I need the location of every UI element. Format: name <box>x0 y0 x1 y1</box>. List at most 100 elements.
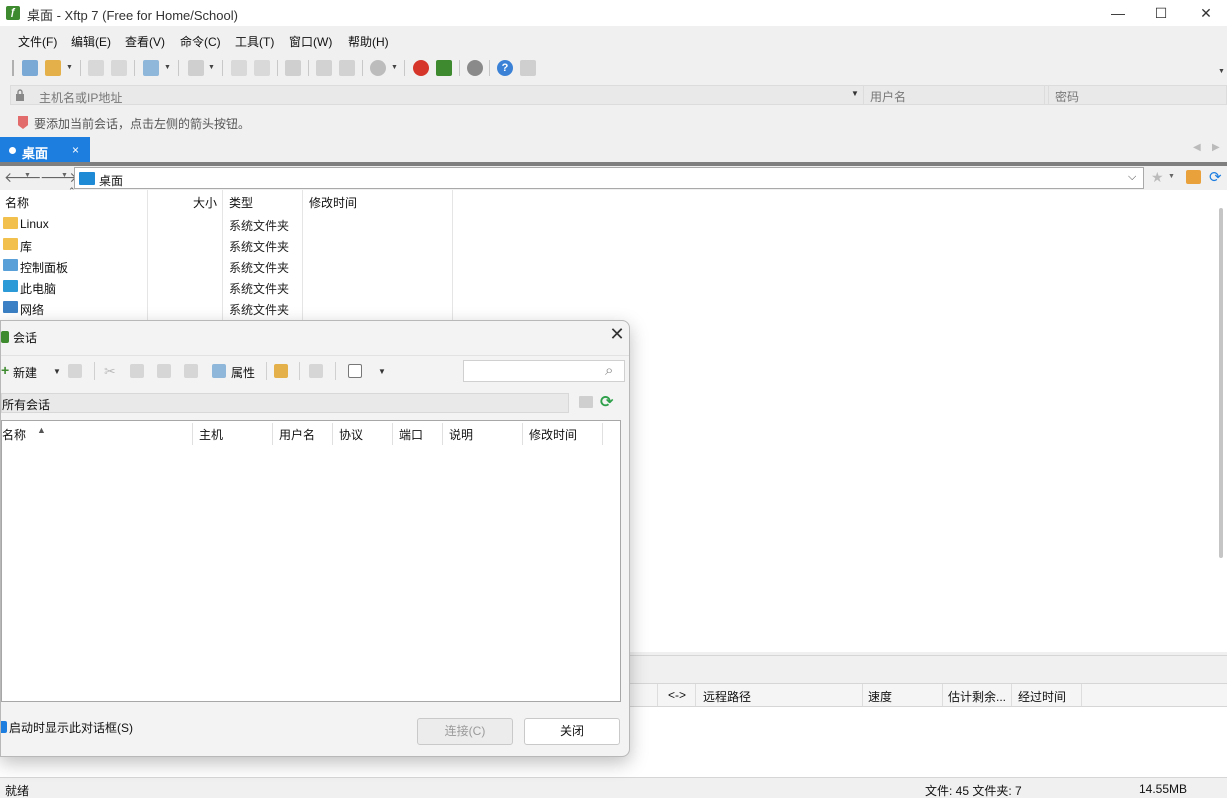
chevron-down-icon[interactable]: ▼ <box>851 89 859 98</box>
chevron-down-icon[interactable]: ▼ <box>1218 68 1225 75</box>
export-icon[interactable] <box>309 364 323 378</box>
tab-close-icon[interactable]: × <box>72 143 79 157</box>
menu-view[interactable]: 查看(V) <box>125 33 165 50</box>
menu-command[interactable]: 命令(C) <box>180 33 221 50</box>
new-session-button[interactable]: 新建 <box>13 364 37 381</box>
search-icon[interactable]: ⌕ <box>605 362 613 379</box>
toolbar-divider <box>178 60 179 76</box>
chevron-down-icon[interactable]: ⌵ <box>1128 171 1136 184</box>
column-name[interactable]: 名称 <box>2 426 26 443</box>
bookmark-icon[interactable] <box>18 116 28 129</box>
column-modified[interactable]: 修改时间 <box>529 426 577 443</box>
xftp-icon[interactable] <box>436 60 452 76</box>
chevron-down-icon[interactable]: ▼ <box>61 172 68 179</box>
chevron-down-icon[interactable]: ▼ <box>208 64 215 71</box>
connect-button[interactable]: 连接(C) <box>417 718 513 745</box>
column-host[interactable]: 主机 <box>199 426 223 443</box>
column-name[interactable]: 名称 <box>5 194 29 211</box>
vertical-scrollbar[interactable] <box>1219 208 1223 558</box>
chevron-down-icon[interactable]: ▼ <box>378 367 386 376</box>
maximize-button[interactable]: ☐ <box>1138 0 1184 26</box>
chevron-down-icon[interactable]: ▼ <box>164 64 171 71</box>
new-folder-icon[interactable] <box>579 396 593 408</box>
properties-button[interactable]: 属性 <box>231 364 255 381</box>
close-window-button[interactable]: ✕ <box>1183 0 1227 26</box>
column-username[interactable]: 用户名 <box>279 426 315 443</box>
view-icon[interactable] <box>348 364 362 378</box>
chat-icon[interactable] <box>520 60 536 76</box>
password-field[interactable]: 密码 <box>1048 85 1227 105</box>
file-row[interactable]: 控制面板 系统文件夹 <box>0 257 452 278</box>
column-remaining[interactable]: 估计剩余... <box>948 688 1006 705</box>
column-remote-path[interactable]: 远程路径 <box>703 688 751 705</box>
close-icon[interactable]: ✕ <box>607 324 627 345</box>
tab-scroll-right-icon[interactable]: ▶ <box>1212 142 1220 153</box>
new-session-icon[interactable] <box>22 60 38 76</box>
close-button[interactable]: 关闭 <box>524 718 620 745</box>
tab-scroll-left-icon[interactable]: ◀ <box>1193 142 1201 153</box>
star-icon[interactable]: ★ <box>1151 169 1164 186</box>
username-field[interactable]: 用户名 <box>863 85 1045 105</box>
transfer-icon[interactable] <box>316 60 332 76</box>
paste-icon[interactable] <box>157 364 171 378</box>
xshell-icon[interactable] <box>413 60 429 76</box>
file-row[interactable]: 网络 系统文件夹 <box>0 299 452 320</box>
menu-file[interactable]: 文件(F) <box>18 33 57 50</box>
refresh-icon[interactable]: ⟳ <box>1209 168 1222 186</box>
chevron-down-icon[interactable]: ▼ <box>391 64 398 71</box>
column-protocol[interactable]: 协议 <box>339 426 363 443</box>
plus-icon[interactable]: + <box>1 362 9 378</box>
properties-icon[interactable] <box>212 364 226 378</box>
back-icon[interactable]: 🡐 <box>4 169 42 186</box>
column-size[interactable]: 大小 <box>193 194 217 211</box>
refresh-icon[interactable]: ⟳ <box>600 392 613 412</box>
tab-desktop[interactable]: 桌面 × <box>0 137 90 163</box>
chevron-down-icon[interactable]: ▼ <box>66 64 73 71</box>
chevron-down-icon[interactable]: ▼ <box>1168 173 1175 180</box>
home-icon[interactable] <box>1186 170 1201 184</box>
column-type[interactable]: 类型 <box>229 194 253 211</box>
gear-icon[interactable] <box>467 60 483 76</box>
copy-icon[interactable] <box>130 364 144 378</box>
file-row[interactable]: Linux 系统文件夹 <box>0 215 452 236</box>
forward-icon[interactable]: 🡒 <box>40 169 78 186</box>
host-input[interactable]: 主机名或IP地址 <box>39 89 122 106</box>
column-speed[interactable]: 速度 <box>868 688 892 705</box>
disconnect-icon[interactable] <box>111 60 127 76</box>
queue-icon[interactable] <box>339 60 355 76</box>
column-port[interactable]: 端口 <box>399 426 423 443</box>
column-direction[interactable]: <-> <box>668 688 686 702</box>
copy-file-icon[interactable] <box>231 60 247 76</box>
paste-file-icon[interactable] <box>254 60 270 76</box>
menu-edit[interactable]: 编辑(E) <box>71 33 111 50</box>
column-elapsed[interactable]: 经过时间 <box>1018 688 1066 705</box>
cut-icon[interactable]: ✂ <box>104 363 116 380</box>
show-on-startup-checkbox[interactable] <box>1 721 7 733</box>
column-modified[interactable]: 修改时间 <box>309 194 357 211</box>
chevron-down-icon[interactable]: ▼ <box>24 172 31 179</box>
column-divider <box>392 423 393 445</box>
menu-help[interactable]: 帮助(H) <box>348 33 389 50</box>
file-row[interactable]: 此电脑 系统文件夹 <box>0 278 452 299</box>
search-session-icon[interactable] <box>68 364 82 378</box>
terminal-icon[interactable] <box>188 60 204 76</box>
column-divider <box>657 684 658 706</box>
delete-icon[interactable] <box>184 364 198 378</box>
open-folder-icon[interactable] <box>45 60 61 76</box>
record-icon[interactable] <box>370 60 386 76</box>
folder-icon[interactable] <box>274 364 288 378</box>
connect-icon[interactable] <box>88 60 104 76</box>
file-row[interactable]: 库 系统文件夹 <box>0 236 452 257</box>
minimize-button[interactable]: — <box>1095 0 1141 26</box>
session-folder-field[interactable]: 所有会话 <box>1 393 569 413</box>
show-on-startup-label[interactable]: 启动时显示此对话框(S) <box>9 719 133 736</box>
help-icon[interactable]: ? <box>497 60 513 76</box>
chevron-down-icon[interactable]: ▼ <box>53 367 61 376</box>
column-description[interactable]: 说明 <box>449 426 473 443</box>
menu-tools[interactable]: 工具(T) <box>235 33 274 50</box>
sync-icon[interactable] <box>285 60 301 76</box>
session-search-input[interactable]: ⌕ <box>463 360 625 382</box>
path-input[interactable]: 桌面 ⌵ <box>74 167 1144 189</box>
menu-window[interactable]: 窗口(W) <box>289 33 332 50</box>
new-tab-icon[interactable] <box>143 60 159 76</box>
